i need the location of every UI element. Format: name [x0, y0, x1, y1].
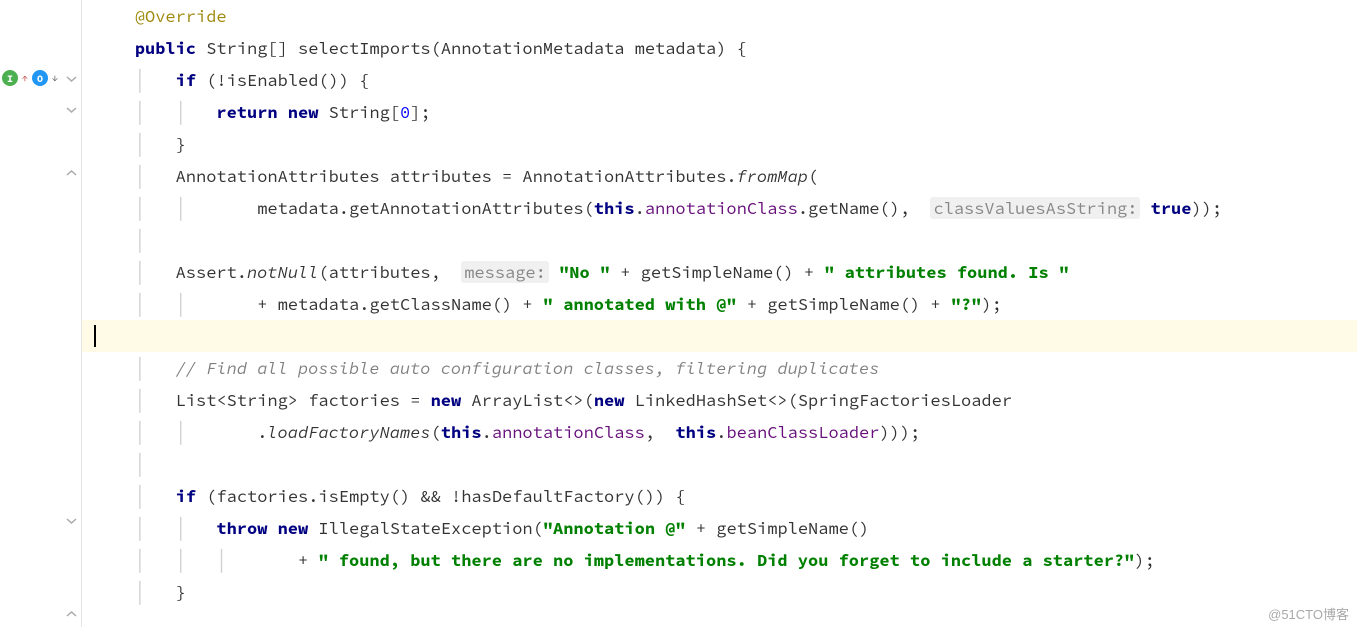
- code-text: ArrayList<>(: [461, 389, 594, 411]
- code-text: metadata.getAnnotationAttributes(: [257, 197, 594, 219]
- static-call: loadFactoryNames: [267, 421, 430, 443]
- fold-toggle-icon[interactable]: [65, 72, 78, 85]
- code-line[interactable]: public String[] selectImports(Annotation…: [82, 32, 1357, 64]
- code-line[interactable]: │ AnnotationAttributes attributes = Anno…: [82, 160, 1357, 192]
- code-text: (: [431, 421, 441, 443]
- code-text: IllegalStateException(: [308, 517, 543, 539]
- comment: // Find all possible auto configuration …: [176, 357, 880, 379]
- string-literal: "?": [951, 293, 982, 315]
- code-line[interactable]: @Override: [82, 0, 1357, 32]
- code-text: ];: [410, 101, 430, 123]
- code-line[interactable]: │ // Find all possible auto configuratio…: [82, 352, 1357, 384]
- code-line[interactable]: │ Assert.notNull(attributes, message: "N…: [82, 256, 1357, 288]
- text-caret: [94, 325, 96, 347]
- code-line[interactable]: │: [82, 224, 1357, 256]
- number-literal: 0: [400, 101, 410, 123]
- parameter-hint: classValuesAsString:: [930, 197, 1140, 219]
- fold-track: [61, 0, 81, 627]
- field: annotationClass: [492, 421, 645, 443]
- code-line[interactable]: │ │ throw new IllegalStateException("Ann…: [82, 512, 1357, 544]
- watermark-text: @51CTO博客: [1268, 604, 1349, 623]
- keyword: true: [1151, 197, 1192, 219]
- string-literal: "Annotation @": [543, 517, 686, 539]
- string-literal: " attributes found. Is ": [824, 261, 1069, 283]
- code-text: [1140, 197, 1150, 219]
- code-text: AnnotationAttributes attributes = Annota…: [176, 165, 737, 187]
- code-text: String[: [318, 101, 400, 123]
- code-text: );: [981, 293, 1001, 315]
- code-line[interactable]: │ │ return new String[0];: [82, 96, 1357, 128]
- string-literal: " found, but there are no implementation…: [318, 549, 1134, 571]
- arrow-up-icon: ↑: [22, 73, 28, 83]
- code-text: + metadata.getClassName() +: [257, 293, 543, 315]
- string-literal: "No ": [559, 261, 610, 283]
- code-text: .getName(),: [798, 197, 931, 219]
- fold-toggle-icon[interactable]: [65, 608, 78, 621]
- keyword: this: [675, 421, 716, 443]
- keyword: this: [441, 421, 482, 443]
- keyword: if: [176, 485, 196, 507]
- code-text: + getSimpleName() +: [610, 261, 824, 283]
- code-text: List<String> factories =: [176, 389, 431, 411]
- code-text: + getSimpleName(): [686, 517, 870, 539]
- code-text: .: [716, 421, 726, 443]
- annotation: @Override: [135, 5, 227, 27]
- code-line[interactable]: │ │ │ + " found, but there are no implem…: [82, 544, 1357, 576]
- code-text: .: [257, 421, 267, 443]
- code-text: );: [1134, 549, 1154, 571]
- keyword: this: [594, 197, 635, 219]
- code-text: +: [298, 549, 318, 571]
- code-text: (!isEnabled()) {: [196, 69, 369, 91]
- keyword: new: [431, 389, 462, 411]
- code-text: (factories.isEmpty() && !hasDefaultFacto…: [196, 485, 686, 507]
- code-text: + getSimpleName() +: [737, 293, 951, 315]
- code-text: .: [482, 421, 492, 443]
- fold-toggle-icon[interactable]: [65, 103, 78, 116]
- code-line[interactable]: │ │ .loadFactoryNames(this.annotationCla…: [82, 416, 1357, 448]
- code-line[interactable]: │: [82, 448, 1357, 480]
- code-text: [549, 261, 559, 283]
- code-text: LinkedHashSet<>(SpringFactoriesLoader: [624, 389, 1012, 411]
- keyword: return new: [216, 101, 318, 123]
- code-text: }: [176, 581, 186, 603]
- code-line[interactable]: │ List<String> factories = new ArrayList…: [82, 384, 1357, 416]
- field: annotationClass: [645, 197, 798, 219]
- code-text: )));: [879, 421, 920, 443]
- static-call: fromMap: [737, 165, 808, 187]
- overrides-icon[interactable]: O: [32, 70, 48, 86]
- implements-icon[interactable]: I: [2, 70, 18, 86]
- code-line[interactable]: │ }: [82, 128, 1357, 160]
- code-text: Assert.: [176, 261, 247, 283]
- code-text: (: [808, 165, 818, 187]
- code-text: ));: [1191, 197, 1222, 219]
- code-text: ,: [645, 421, 676, 443]
- code-line-active[interactable]: [82, 320, 1357, 352]
- code-line[interactable]: │ if (factories.isEmpty() && !hasDefault…: [82, 480, 1357, 512]
- code-text: }: [176, 133, 186, 155]
- editor-gutter: I ↑ O ↓: [0, 0, 82, 627]
- keyword: if: [176, 69, 196, 91]
- parameter-hint: message:: [461, 261, 549, 283]
- code-text: .: [635, 197, 645, 219]
- code-editor[interactable]: @Override public String[] selectImports(…: [82, 0, 1357, 608]
- code-text: (attributes,: [318, 261, 461, 283]
- keyword: throw new: [216, 517, 308, 539]
- fold-toggle-icon[interactable]: [65, 514, 78, 527]
- string-literal: " annotated with @": [543, 293, 737, 315]
- code-line[interactable]: │ │ + metadata.getClassName() + " annota…: [82, 288, 1357, 320]
- code-line[interactable]: │ │ metadata.getAnnotationAttributes(thi…: [82, 192, 1357, 224]
- fold-toggle-icon[interactable]: [65, 167, 78, 180]
- keyword: new: [594, 389, 625, 411]
- code-line[interactable]: │ if (!isEnabled()) {: [82, 64, 1357, 96]
- keyword: public: [135, 37, 196, 59]
- arrow-down-icon: ↓: [52, 73, 58, 83]
- code-line[interactable]: │ }: [82, 576, 1357, 608]
- override-indicator-group[interactable]: I ↑ O ↓: [2, 70, 58, 86]
- field: beanClassLoader: [726, 421, 879, 443]
- static-call: notNull: [247, 261, 318, 283]
- code-text: String[] selectImports(AnnotationMetadat…: [196, 37, 747, 59]
